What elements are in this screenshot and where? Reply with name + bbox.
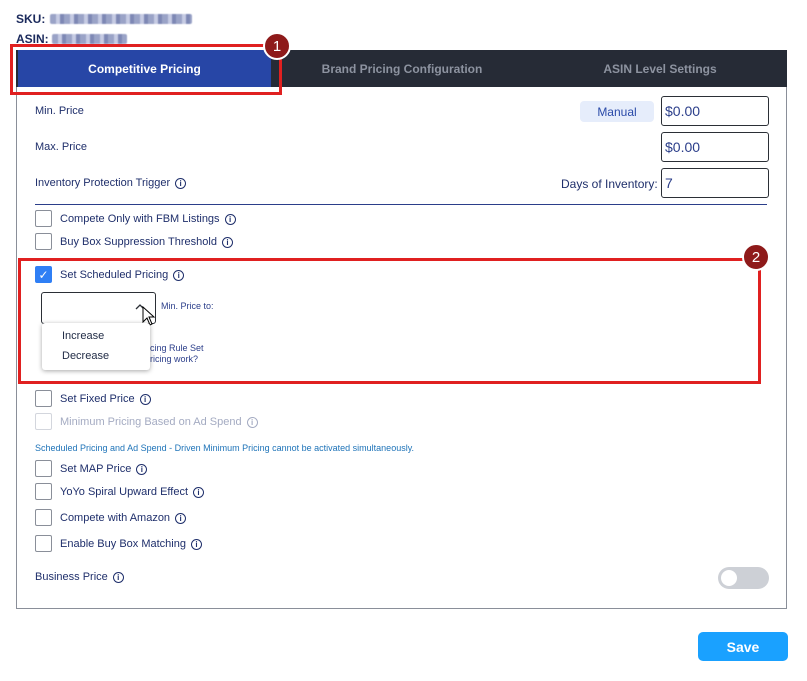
yoyo-checkbox[interactable] bbox=[35, 483, 52, 500]
business-price-toggle[interactable] bbox=[718, 567, 769, 589]
info-icon[interactable]: i bbox=[190, 538, 202, 550]
days-inventory-label: Days of Inventory: bbox=[561, 177, 658, 191]
info-icon[interactable]: i bbox=[175, 512, 187, 524]
section-divider bbox=[35, 204, 767, 205]
annotation-badge-2: 2 bbox=[742, 243, 770, 271]
info-icon[interactable]: i bbox=[193, 486, 205, 498]
asin-value-redacted bbox=[52, 34, 127, 44]
buybox-matching-row: Enable Buy Box Matching i bbox=[60, 538, 202, 550]
fixed-price-label: Set Fixed Price bbox=[60, 393, 135, 405]
inventory-trigger-row: Inventory Protection Trigger i bbox=[35, 177, 187, 189]
fbm-only-checkbox[interactable] bbox=[35, 210, 52, 227]
info-icon[interactable]: i bbox=[175, 177, 187, 189]
toggle-knob bbox=[721, 570, 737, 586]
highlight-box-1 bbox=[10, 44, 282, 95]
info-icon[interactable]: i bbox=[221, 236, 233, 248]
buybox-suppression-label: Buy Box Suppression Threshold bbox=[60, 236, 217, 248]
info-icon[interactable]: i bbox=[224, 213, 236, 225]
sku-value-redacted bbox=[50, 14, 192, 24]
map-price-label: Set MAP Price bbox=[60, 463, 132, 475]
highlight-box-2 bbox=[18, 258, 761, 384]
buybox-suppression-row: Buy Box Suppression Threshold i bbox=[60, 236, 233, 248]
map-price-row: Set MAP Price i bbox=[60, 463, 148, 475]
compete-amazon-label: Compete with Amazon bbox=[60, 512, 171, 524]
inventory-trigger-label: Inventory Protection Trigger bbox=[35, 177, 171, 189]
manual-button[interactable]: Manual bbox=[580, 101, 654, 122]
fixed-price-checkbox[interactable] bbox=[35, 390, 52, 407]
buybox-matching-label: Enable Buy Box Matching bbox=[60, 538, 186, 550]
info-icon[interactable]: i bbox=[136, 463, 148, 475]
tab-asin-level-settings[interactable]: ASIN Level Settings bbox=[533, 50, 787, 87]
max-price-input[interactable]: $0.00 bbox=[661, 132, 769, 162]
info-icon[interactable]: i bbox=[246, 416, 258, 428]
business-price-label: Business Price bbox=[35, 571, 108, 583]
buybox-matching-checkbox[interactable] bbox=[35, 535, 52, 552]
sku-label: SKU: bbox=[16, 12, 46, 26]
min-price-label: Min. Price bbox=[35, 105, 84, 117]
info-icon[interactable]: i bbox=[139, 393, 151, 405]
fbm-only-row: Compete Only with FBM Listings i bbox=[60, 213, 236, 225]
min-price-input[interactable]: $0.00 bbox=[661, 96, 769, 126]
compete-amazon-checkbox[interactable] bbox=[35, 509, 52, 526]
days-inventory-input[interactable]: 7 bbox=[661, 168, 769, 198]
conflict-note: Scheduled Pricing and Ad Spend - Driven … bbox=[35, 443, 415, 453]
ad-spend-min-label: Minimum Pricing Based on Ad Spend bbox=[60, 416, 242, 428]
fixed-price-row: Set Fixed Price i bbox=[60, 393, 151, 405]
annotation-badge-1: 1 bbox=[263, 32, 291, 60]
ad-spend-min-row: Minimum Pricing Based on Ad Spend i bbox=[60, 416, 258, 428]
info-icon[interactable]: i bbox=[112, 571, 124, 583]
business-price-row: Business Price i bbox=[35, 571, 124, 583]
map-price-checkbox[interactable] bbox=[35, 460, 52, 477]
yoyo-row: YoYo Spiral Upward Effect i bbox=[60, 486, 205, 498]
compete-amazon-row: Compete with Amazon i bbox=[60, 512, 187, 524]
fbm-only-label: Compete Only with FBM Listings bbox=[60, 213, 220, 225]
max-price-label: Max. Price bbox=[35, 141, 87, 153]
tab-brand-pricing-configuration[interactable]: Brand Pricing Configuration bbox=[271, 50, 533, 87]
save-button[interactable]: Save bbox=[698, 632, 788, 661]
yoyo-label: YoYo Spiral Upward Effect bbox=[60, 486, 189, 498]
ad-spend-min-checkbox[interactable] bbox=[35, 413, 52, 430]
buybox-suppression-checkbox[interactable] bbox=[35, 233, 52, 250]
